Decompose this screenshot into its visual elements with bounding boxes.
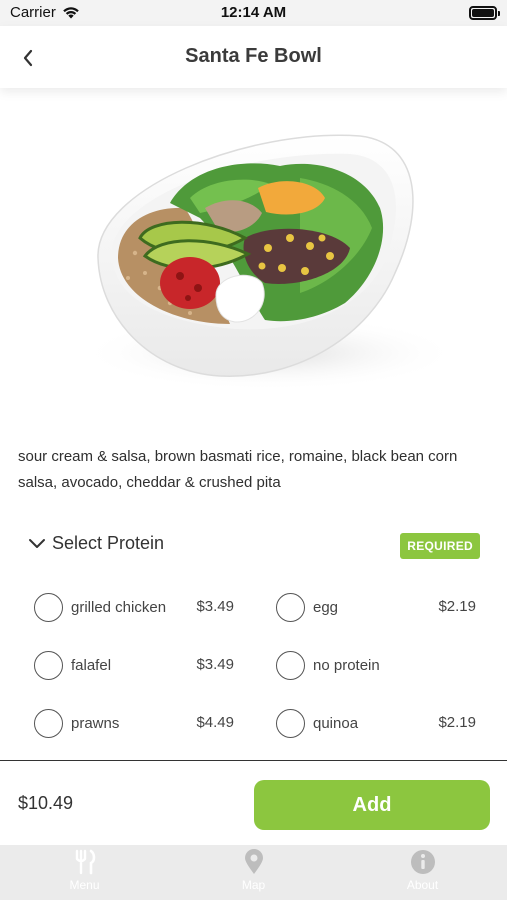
option-label: no protein	[313, 656, 380, 674]
option-price: $3.49	[196, 656, 234, 673]
tab-about[interactable]: About	[338, 845, 507, 900]
map-pin-icon	[241, 849, 267, 875]
status-time: 12:14 AM	[220, 4, 287, 21]
salad-bowl-illustration	[80, 134, 460, 391]
option-price: $4.49	[196, 714, 234, 731]
option-quinoa[interactable]: quinoa	[276, 706, 358, 740]
tab-bar: Menu Map About	[0, 845, 507, 900]
protein-section-header: Select Protein REQUIRED	[28, 533, 480, 561]
option-no-protein[interactable]: no protein	[276, 648, 380, 682]
total-price: $10.49	[18, 793, 74, 813]
info-icon	[410, 849, 436, 875]
required-badge: REQUIRED	[400, 533, 480, 559]
tab-label: Map	[241, 878, 266, 892]
radio-button[interactable]	[276, 592, 305, 622]
chevron-down-icon	[29, 538, 45, 548]
option-label: quinoa	[313, 714, 359, 732]
option-price: $3.49	[196, 598, 234, 615]
radio-button[interactable]	[276, 708, 305, 738]
hero-image	[0, 88, 507, 418]
battery-icon	[469, 6, 500, 20]
status-right	[469, 6, 500, 20]
section-title: Select Protein	[52, 533, 165, 553]
tab-menu[interactable]: Menu	[0, 845, 169, 900]
option-label: grilled chicken	[71, 598, 167, 616]
option-grilled-chicken[interactable]: grilled chicken	[34, 590, 166, 624]
status-bar: Carrier 12:14 AM	[0, 0, 507, 26]
option-label: falafel	[71, 656, 112, 674]
navigation-bar: Santa Fe Bowl	[0, 26, 507, 88]
add-button[interactable]: Add	[254, 780, 490, 830]
option-prawns[interactable]: prawns	[34, 706, 119, 740]
option-egg[interactable]: egg	[276, 590, 338, 624]
option-price: $2.19	[438, 598, 476, 615]
option-label: egg	[313, 598, 339, 616]
option-price: $2.19	[438, 714, 476, 731]
page-title: Santa Fe Bowl	[185, 45, 322, 67]
tab-label: About	[406, 878, 439, 892]
item-description: sour cream & salsa, brown basmati rice, …	[18, 448, 458, 491]
option-falafel[interactable]: falafel	[34, 648, 111, 682]
fork-knife-icon	[72, 849, 98, 875]
tab-map[interactable]: Map	[169, 845, 338, 900]
radio-button[interactable]	[34, 592, 63, 622]
order-footer: $10.49 Add	[0, 760, 507, 846]
radio-button[interactable]	[34, 650, 63, 680]
radio-button[interactable]	[34, 708, 63, 738]
tab-label: Menu	[69, 878, 100, 892]
protein-section-toggle[interactable]: Select Protein	[28, 533, 164, 554]
radio-button[interactable]	[276, 650, 305, 680]
option-label: prawns	[71, 714, 120, 732]
